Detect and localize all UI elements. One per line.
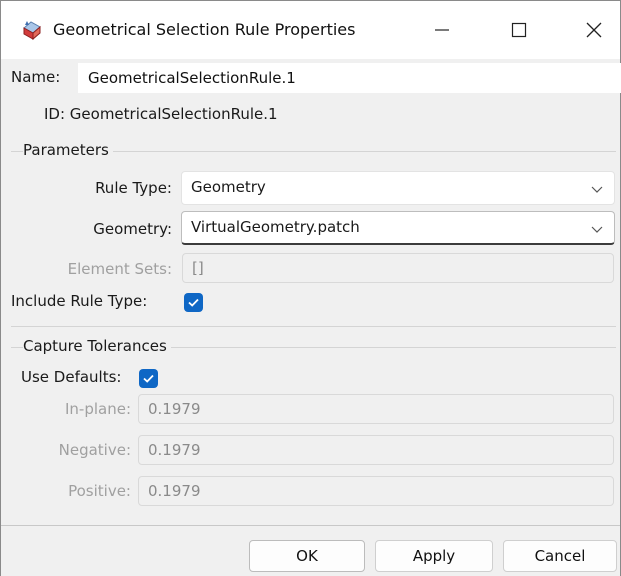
id-text: ID: GeometricalSelectionRule.1 (44, 105, 278, 123)
close-icon (586, 22, 602, 38)
name-label: Name: (11, 68, 61, 86)
use-defaults-label: Use Defaults: (21, 368, 122, 386)
close-button[interactable] (563, 1, 621, 59)
rule-type-label: Rule Type: (95, 179, 172, 197)
apply-button[interactable]: Apply (375, 540, 493, 572)
chevron-down-icon (591, 186, 603, 193)
negative-field: 0.1979 (138, 435, 614, 465)
geometry-label: Geometry: (93, 220, 172, 238)
geometry-value: VirtualGeometry.patch (191, 218, 360, 236)
checkmark-icon (188, 298, 199, 307)
name-row: Name: GeometricalSelectionRule.1 (1, 61, 621, 93)
window-title: Geometrical Selection Rule Properties (53, 20, 356, 39)
include-rule-type-label: Include Rule Type: (11, 292, 148, 310)
checkmark-icon (143, 374, 154, 383)
use-defaults-checkbox[interactable] (139, 369, 158, 388)
maximize-icon (511, 22, 527, 38)
rule-type-select[interactable]: Geometry (181, 171, 615, 205)
parameters-group-title: Parameters (23, 141, 113, 159)
selection-rule-app-icon (21, 19, 43, 41)
in-plane-field: 0.1979 (138, 394, 614, 424)
rule-type-value: Geometry (191, 178, 266, 196)
name-input[interactable]: GeometricalSelectionRule.1 (78, 63, 621, 93)
positive-label: Positive: (68, 482, 131, 500)
title-bar[interactable]: Geometrical Selection Rule Properties (1, 1, 620, 59)
maximize-button[interactable] (488, 1, 550, 59)
minimize-button[interactable] (411, 1, 473, 59)
negative-label: Negative: (58, 441, 131, 459)
geometry-select[interactable]: VirtualGeometry.patch (181, 211, 615, 245)
element-sets-field: [] (182, 253, 614, 283)
element-sets-label: Element Sets: (67, 260, 172, 278)
minimize-icon (435, 29, 449, 31)
cancel-button[interactable]: Cancel (503, 540, 617, 572)
dialog-window: Geometrical Selection Rule Properties Na… (0, 0, 621, 576)
capture-tolerances-group-title: Capture Tolerances (23, 337, 171, 355)
ok-button[interactable]: OK (249, 540, 365, 572)
chevron-down-icon (591, 226, 603, 233)
positive-field: 0.1979 (138, 476, 614, 506)
tolerance-separator (11, 326, 616, 327)
in-plane-label: In-plane: (64, 400, 131, 418)
dialog-footer: OK Apply Cancel (1, 526, 620, 576)
include-rule-type-checkbox[interactable] (184, 293, 203, 312)
